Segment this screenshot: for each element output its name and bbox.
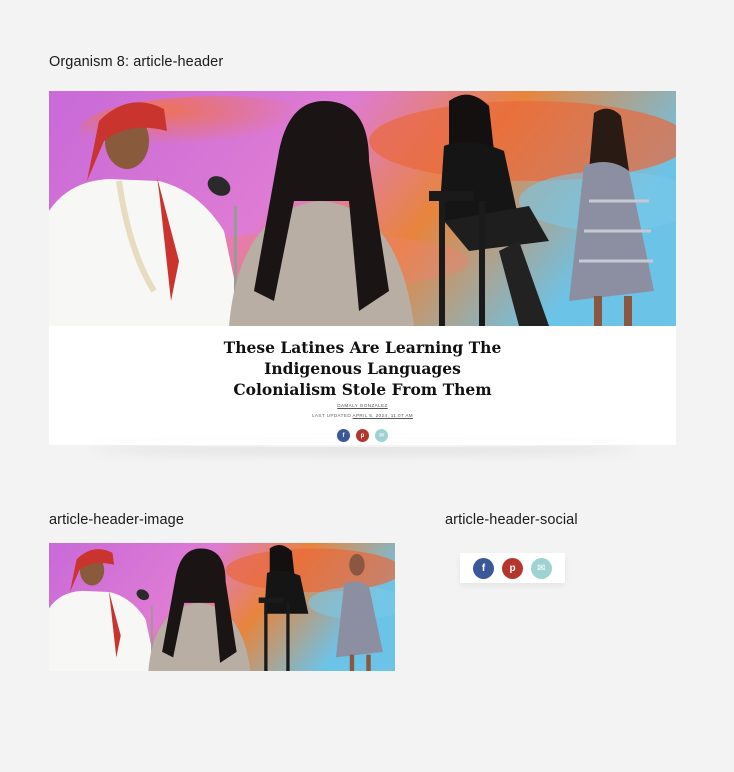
article-header: These Latines Are Learning The Indigenou… xyxy=(49,91,676,445)
article-header-social: f p ✉ xyxy=(460,553,565,583)
article-title-line: Indigenous Languages xyxy=(264,359,461,378)
facebook-icon: f xyxy=(342,432,345,439)
section-label-article-header: Organism 8: article-header xyxy=(49,54,224,70)
pinterest-icon: p xyxy=(360,432,365,439)
article-hero-image xyxy=(49,543,395,671)
article-updated: LAST UPDATED APRIL 5, 2024, 11:07 AM xyxy=(49,413,676,418)
social-share-group: f p ✉ xyxy=(460,558,565,579)
card-shadow xyxy=(89,439,636,447)
updated-date: APRIL 5, 2024, 11:07 AM xyxy=(352,413,414,418)
email-icon: ✉ xyxy=(378,433,385,439)
facebook-icon: f xyxy=(481,563,486,574)
email-icon: ✉ xyxy=(537,563,546,574)
section-label-article-header-social: article-header-social xyxy=(445,512,578,528)
facebook-share-button[interactable]: f xyxy=(473,558,494,579)
email-share-button[interactable]: ✉ xyxy=(531,558,552,579)
pinterest-share-button[interactable]: p xyxy=(502,558,523,579)
article-hero-image xyxy=(49,91,676,326)
article-title: These Latines Are Learning The Indigenou… xyxy=(49,337,676,400)
article-title-line: Colonialism Stole From Them xyxy=(233,380,492,399)
article-title-line: These Latines Are Learning The xyxy=(223,338,502,357)
section-label-article-header-image: article-header-image xyxy=(49,512,184,528)
pinterest-icon: p xyxy=(509,563,516,574)
author-link[interactable]: DAMALY GONZALEZ xyxy=(337,403,388,408)
article-header-image xyxy=(49,543,395,671)
article-byline: DAMALY GONZALEZ xyxy=(49,403,676,408)
updated-prefix: LAST UPDATED xyxy=(311,413,352,418)
